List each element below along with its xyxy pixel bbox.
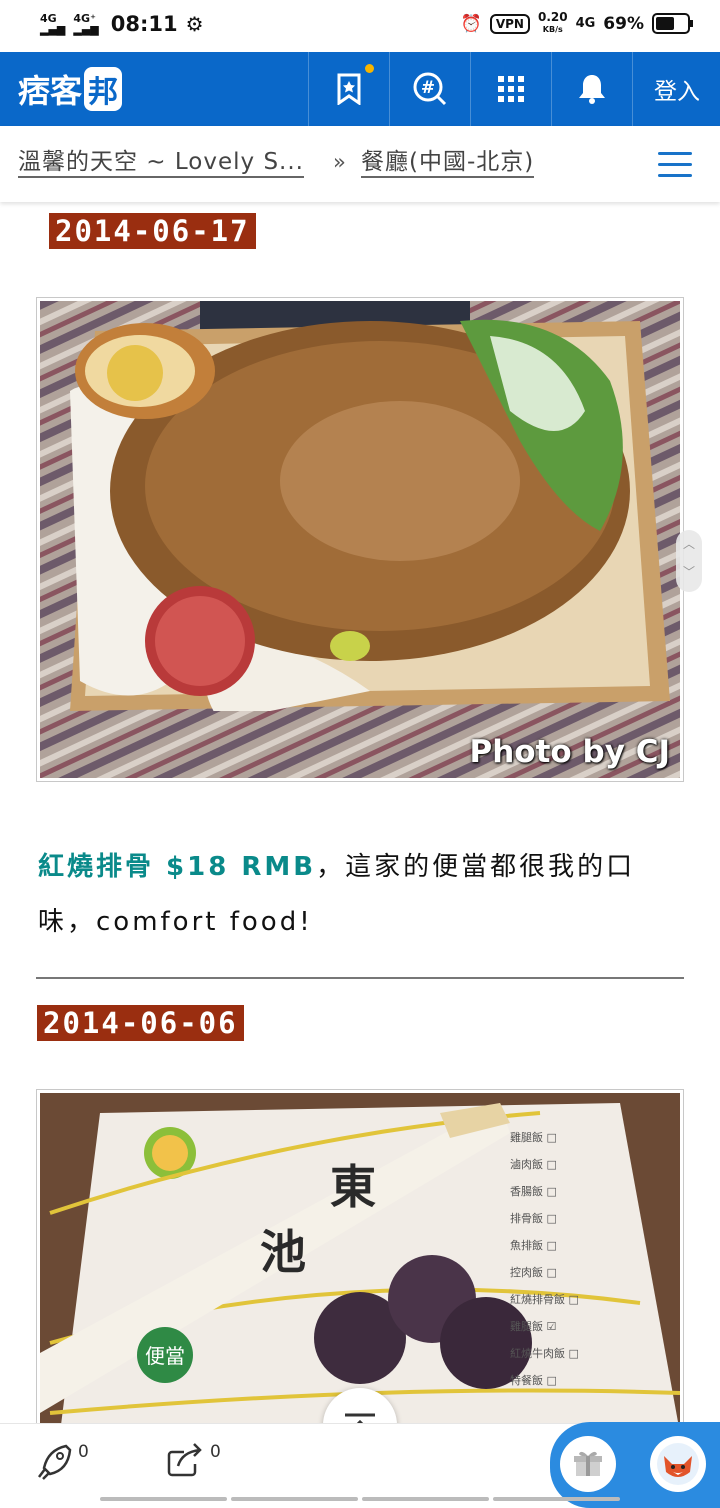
network-speed: 0.20 KB/s bbox=[537, 10, 568, 34]
grid-icon bbox=[498, 76, 524, 102]
hashtag-search-button[interactable]: # bbox=[389, 52, 470, 126]
apps-menu-button[interactable] bbox=[470, 52, 551, 126]
post-photo[interactable]: 便當 東 池 雞腿飯 □ 滷肉飯 □ 香腸飯 □ 排骨飯 □ 魚排飯 □ 控肉飯… bbox=[36, 1089, 684, 1431]
gift-icon bbox=[574, 1451, 602, 1476]
svg-text:排骨飯 □: 排骨飯 □ bbox=[510, 1211, 557, 1225]
svg-text:紅燒排骨飯 □: 紅燒排骨飯 □ bbox=[510, 1292, 579, 1306]
gear-icon: ⚙ bbox=[185, 12, 204, 36]
gesture-bar bbox=[100, 1497, 620, 1501]
site-logo[interactable]: 痞客邦 bbox=[18, 66, 123, 112]
breadcrumb-category-link[interactable]: 餐廳(中國-北京) bbox=[361, 148, 535, 178]
divider bbox=[36, 977, 684, 979]
chevron-down-icon: ﹀ bbox=[682, 565, 695, 579]
svg-text:魚排飯 □: 魚排飯 □ bbox=[510, 1238, 557, 1252]
share-button[interactable]: 0 bbox=[166, 1442, 221, 1478]
signal-icon: 4G⁺ ▂▄▆ bbox=[73, 12, 99, 36]
post-text: 紅燒排骨 $18 RMB，這家的便當都很我的口味，comfort food! bbox=[38, 840, 683, 950]
bookmark-star-icon bbox=[337, 73, 361, 105]
bento-image bbox=[40, 301, 680, 778]
svg-text:池: 池 bbox=[260, 1225, 306, 1279]
share-count: 0 bbox=[210, 1442, 221, 1462]
menu-icon[interactable] bbox=[658, 152, 692, 178]
notifications-button[interactable] bbox=[551, 52, 632, 126]
like-button[interactable]: 0 bbox=[36, 1442, 89, 1480]
svg-text:香腸飯 □: 香腸飯 □ bbox=[510, 1184, 557, 1198]
hashtag-search-icon: # bbox=[413, 72, 447, 106]
svg-text:控肉飯 □: 控肉飯 □ bbox=[510, 1265, 557, 1279]
breadcrumb: 溫馨的天空 ~ Lovely S... » 餐廳(中國-北京) bbox=[0, 126, 720, 202]
breadcrumb-separator: » bbox=[333, 150, 346, 174]
mascot-button[interactable] bbox=[650, 1436, 706, 1492]
svg-text:東: 東 bbox=[330, 1160, 376, 1214]
svg-text:雞腿飯 ☑: 雞腿飯 ☑ bbox=[510, 1319, 556, 1333]
vpn-badge: VPN bbox=[489, 13, 530, 34]
svg-text:便當: 便當 bbox=[145, 1344, 185, 1368]
rocket-icon bbox=[38, 1444, 72, 1480]
dish-highlight: 紅燒排骨 $18 RMB bbox=[38, 852, 317, 882]
svg-text:#: # bbox=[421, 78, 435, 98]
top-navigation: 痞客邦 # 登入 bbox=[0, 52, 720, 126]
signal-icon: 4G ▂▄▆ bbox=[40, 12, 66, 36]
gift-button[interactable] bbox=[560, 1436, 616, 1492]
gift-panel bbox=[550, 1422, 720, 1508]
photo-watermark: Photo by CJ bbox=[469, 734, 670, 770]
post-date: 2014-06-06 bbox=[37, 1005, 244, 1041]
status-bar: 4G ▂▄▆ 4G⁺ ▂▄▆ 08:11 ⚙ ⏰ VPN 0.20 KB/s 4G 6… bbox=[0, 0, 720, 52]
post-date: 2014-06-17 bbox=[49, 213, 256, 249]
bell-icon bbox=[579, 75, 605, 104]
breadcrumb-blog-link[interactable]: 溫馨的天空 ~ Lovely S... bbox=[18, 148, 304, 178]
svg-text:紅燒牛肉飯 □: 紅燒牛肉飯 □ bbox=[510, 1346, 579, 1360]
network-type: 4G bbox=[575, 16, 596, 31]
alarm-icon: ⏰ bbox=[460, 13, 482, 34]
post-photo[interactable]: Photo by CJ bbox=[36, 297, 684, 782]
chevron-up-icon: ︿ bbox=[682, 537, 695, 551]
svg-text:特餐飯 □: 特餐飯 □ bbox=[510, 1373, 557, 1387]
notification-dot bbox=[365, 64, 374, 73]
battery-icon bbox=[652, 13, 693, 34]
battery-percent: 69% bbox=[603, 13, 644, 34]
share-icon bbox=[167, 1443, 202, 1477]
scroll-handle[interactable]: ︿ ﹀ bbox=[676, 530, 702, 592]
svg-text:滷肉飯 □: 滷肉飯 □ bbox=[510, 1157, 557, 1171]
bento-box-image: 便當 東 池 雞腿飯 □ 滷肉飯 □ 香腸飯 □ 排骨飯 □ 魚排飯 □ 控肉飯… bbox=[40, 1093, 680, 1427]
bottom-action-bar: 0 0 bbox=[0, 1422, 720, 1508]
fox-mascot-icon bbox=[657, 1443, 699, 1485]
bookmark-button[interactable] bbox=[308, 52, 389, 126]
like-count: 0 bbox=[78, 1442, 89, 1462]
svg-text:雞腿飯 □: 雞腿飯 □ bbox=[510, 1130, 557, 1144]
login-button[interactable]: 登入 bbox=[632, 52, 720, 126]
clock-time: 08:11 bbox=[110, 12, 178, 36]
